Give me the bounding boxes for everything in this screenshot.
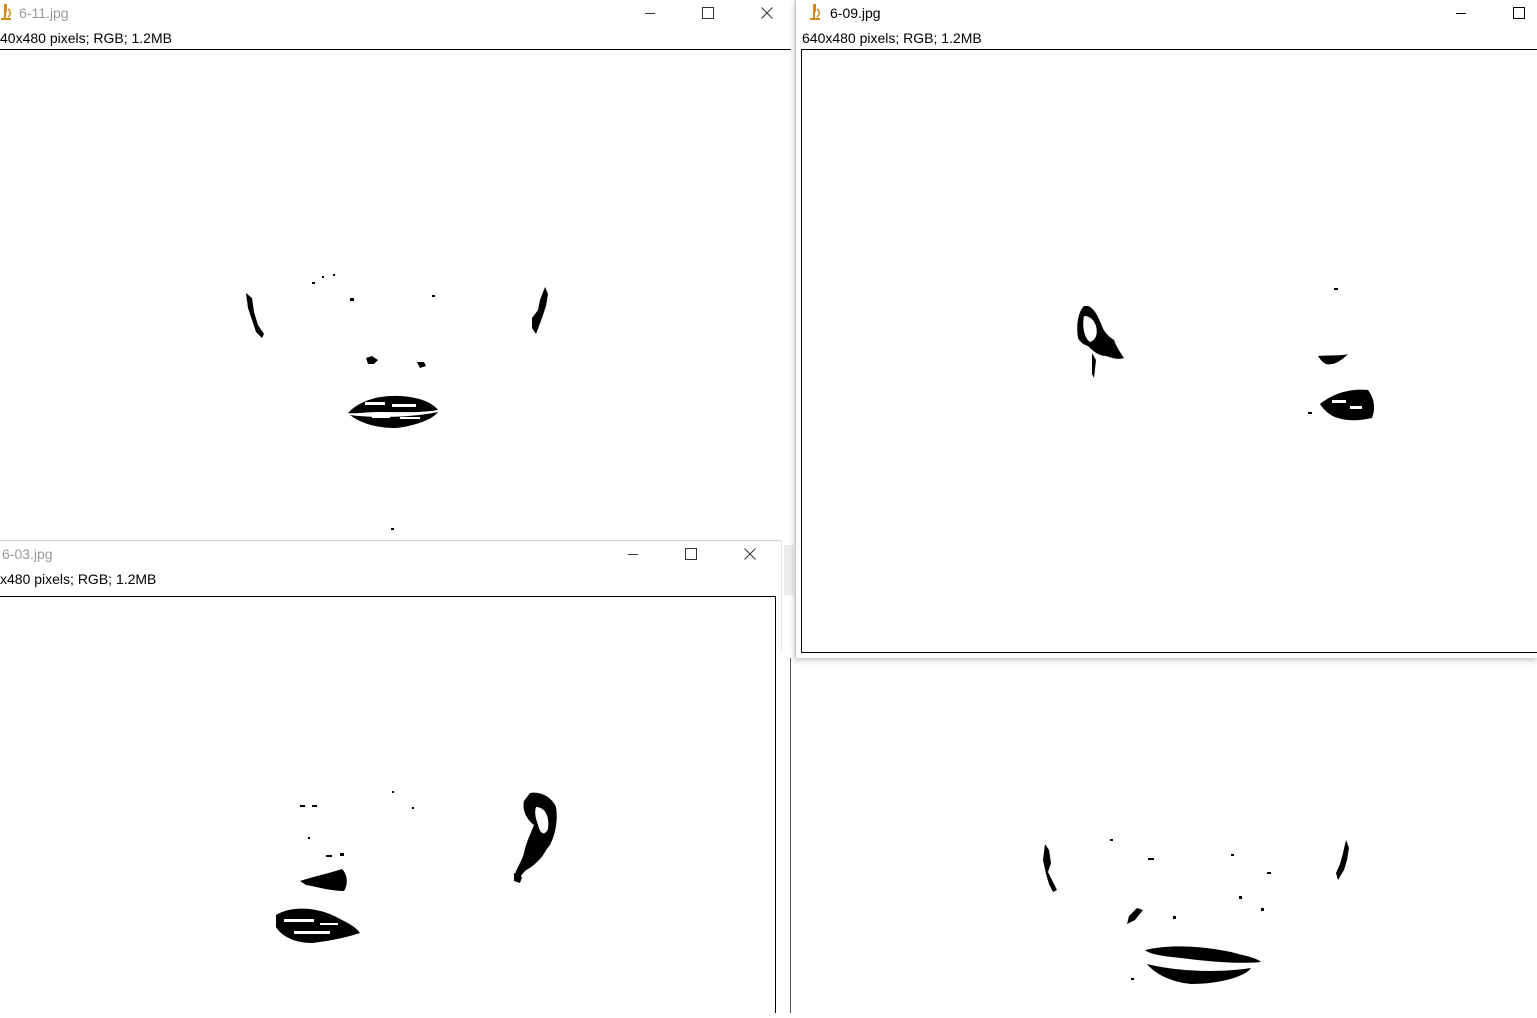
title-bar[interactable]: 6-11.jpg <box>0 0 791 26</box>
maximize-icon <box>702 7 714 19</box>
close-button[interactable] <box>727 541 773 567</box>
image-canvas[interactable] <box>0 49 791 540</box>
image-info: x480 pixels; RGB; 1.2MB <box>0 571 157 587</box>
image-window-6-09[interactable]: 6-09.jpg 640x480 pixels; RGB; 1.2MB <box>795 0 1537 658</box>
window-edge <box>784 545 794 595</box>
window-title: 6-03.jpg <box>2 546 53 562</box>
maximize-button[interactable] <box>1496 0 1537 26</box>
background-image-content <box>1043 839 1349 984</box>
minimize-icon <box>1456 13 1466 14</box>
image-content <box>276 791 557 943</box>
title-bar[interactable]: 6-09.jpg <box>796 0 1537 26</box>
close-button[interactable] <box>744 0 790 26</box>
window-title: 6-09.jpg <box>830 5 881 21</box>
maximize-icon <box>1513 7 1525 19</box>
maximize-button[interactable] <box>685 0 731 26</box>
image-window-6-03[interactable]: 6-03.jpg x480 pixels; RGB; 1.2MB <box>0 540 781 1013</box>
image-info: 640x480 pixels; RGB; 1.2MB <box>802 30 982 46</box>
minimize-icon <box>645 13 655 14</box>
minimize-icon <box>628 554 638 555</box>
image-canvas[interactable] <box>801 49 1537 653</box>
title-bar[interactable]: 6-03.jpg <box>0 541 781 567</box>
microscope-icon <box>0 3 14 21</box>
image-content <box>1077 288 1375 421</box>
minimize-button[interactable] <box>1438 0 1484 26</box>
maximize-icon <box>685 548 697 560</box>
minimize-button[interactable] <box>610 541 656 567</box>
close-icon <box>761 7 773 19</box>
microscope-icon <box>809 3 823 21</box>
image-canvas[interactable] <box>0 596 776 1013</box>
image-window-6-11[interactable]: 6-11.jpg 40x480 pixels; RGB; 1.2MB <box>0 0 791 540</box>
maximize-button[interactable] <box>668 541 714 567</box>
image-info: 40x480 pixels; RGB; 1.2MB <box>0 30 172 46</box>
close-icon <box>744 548 756 560</box>
image-content <box>246 274 548 530</box>
window-title: 6-11.jpg <box>19 5 69 21</box>
background-image-window <box>790 658 1537 1013</box>
minimize-button[interactable] <box>627 0 673 26</box>
